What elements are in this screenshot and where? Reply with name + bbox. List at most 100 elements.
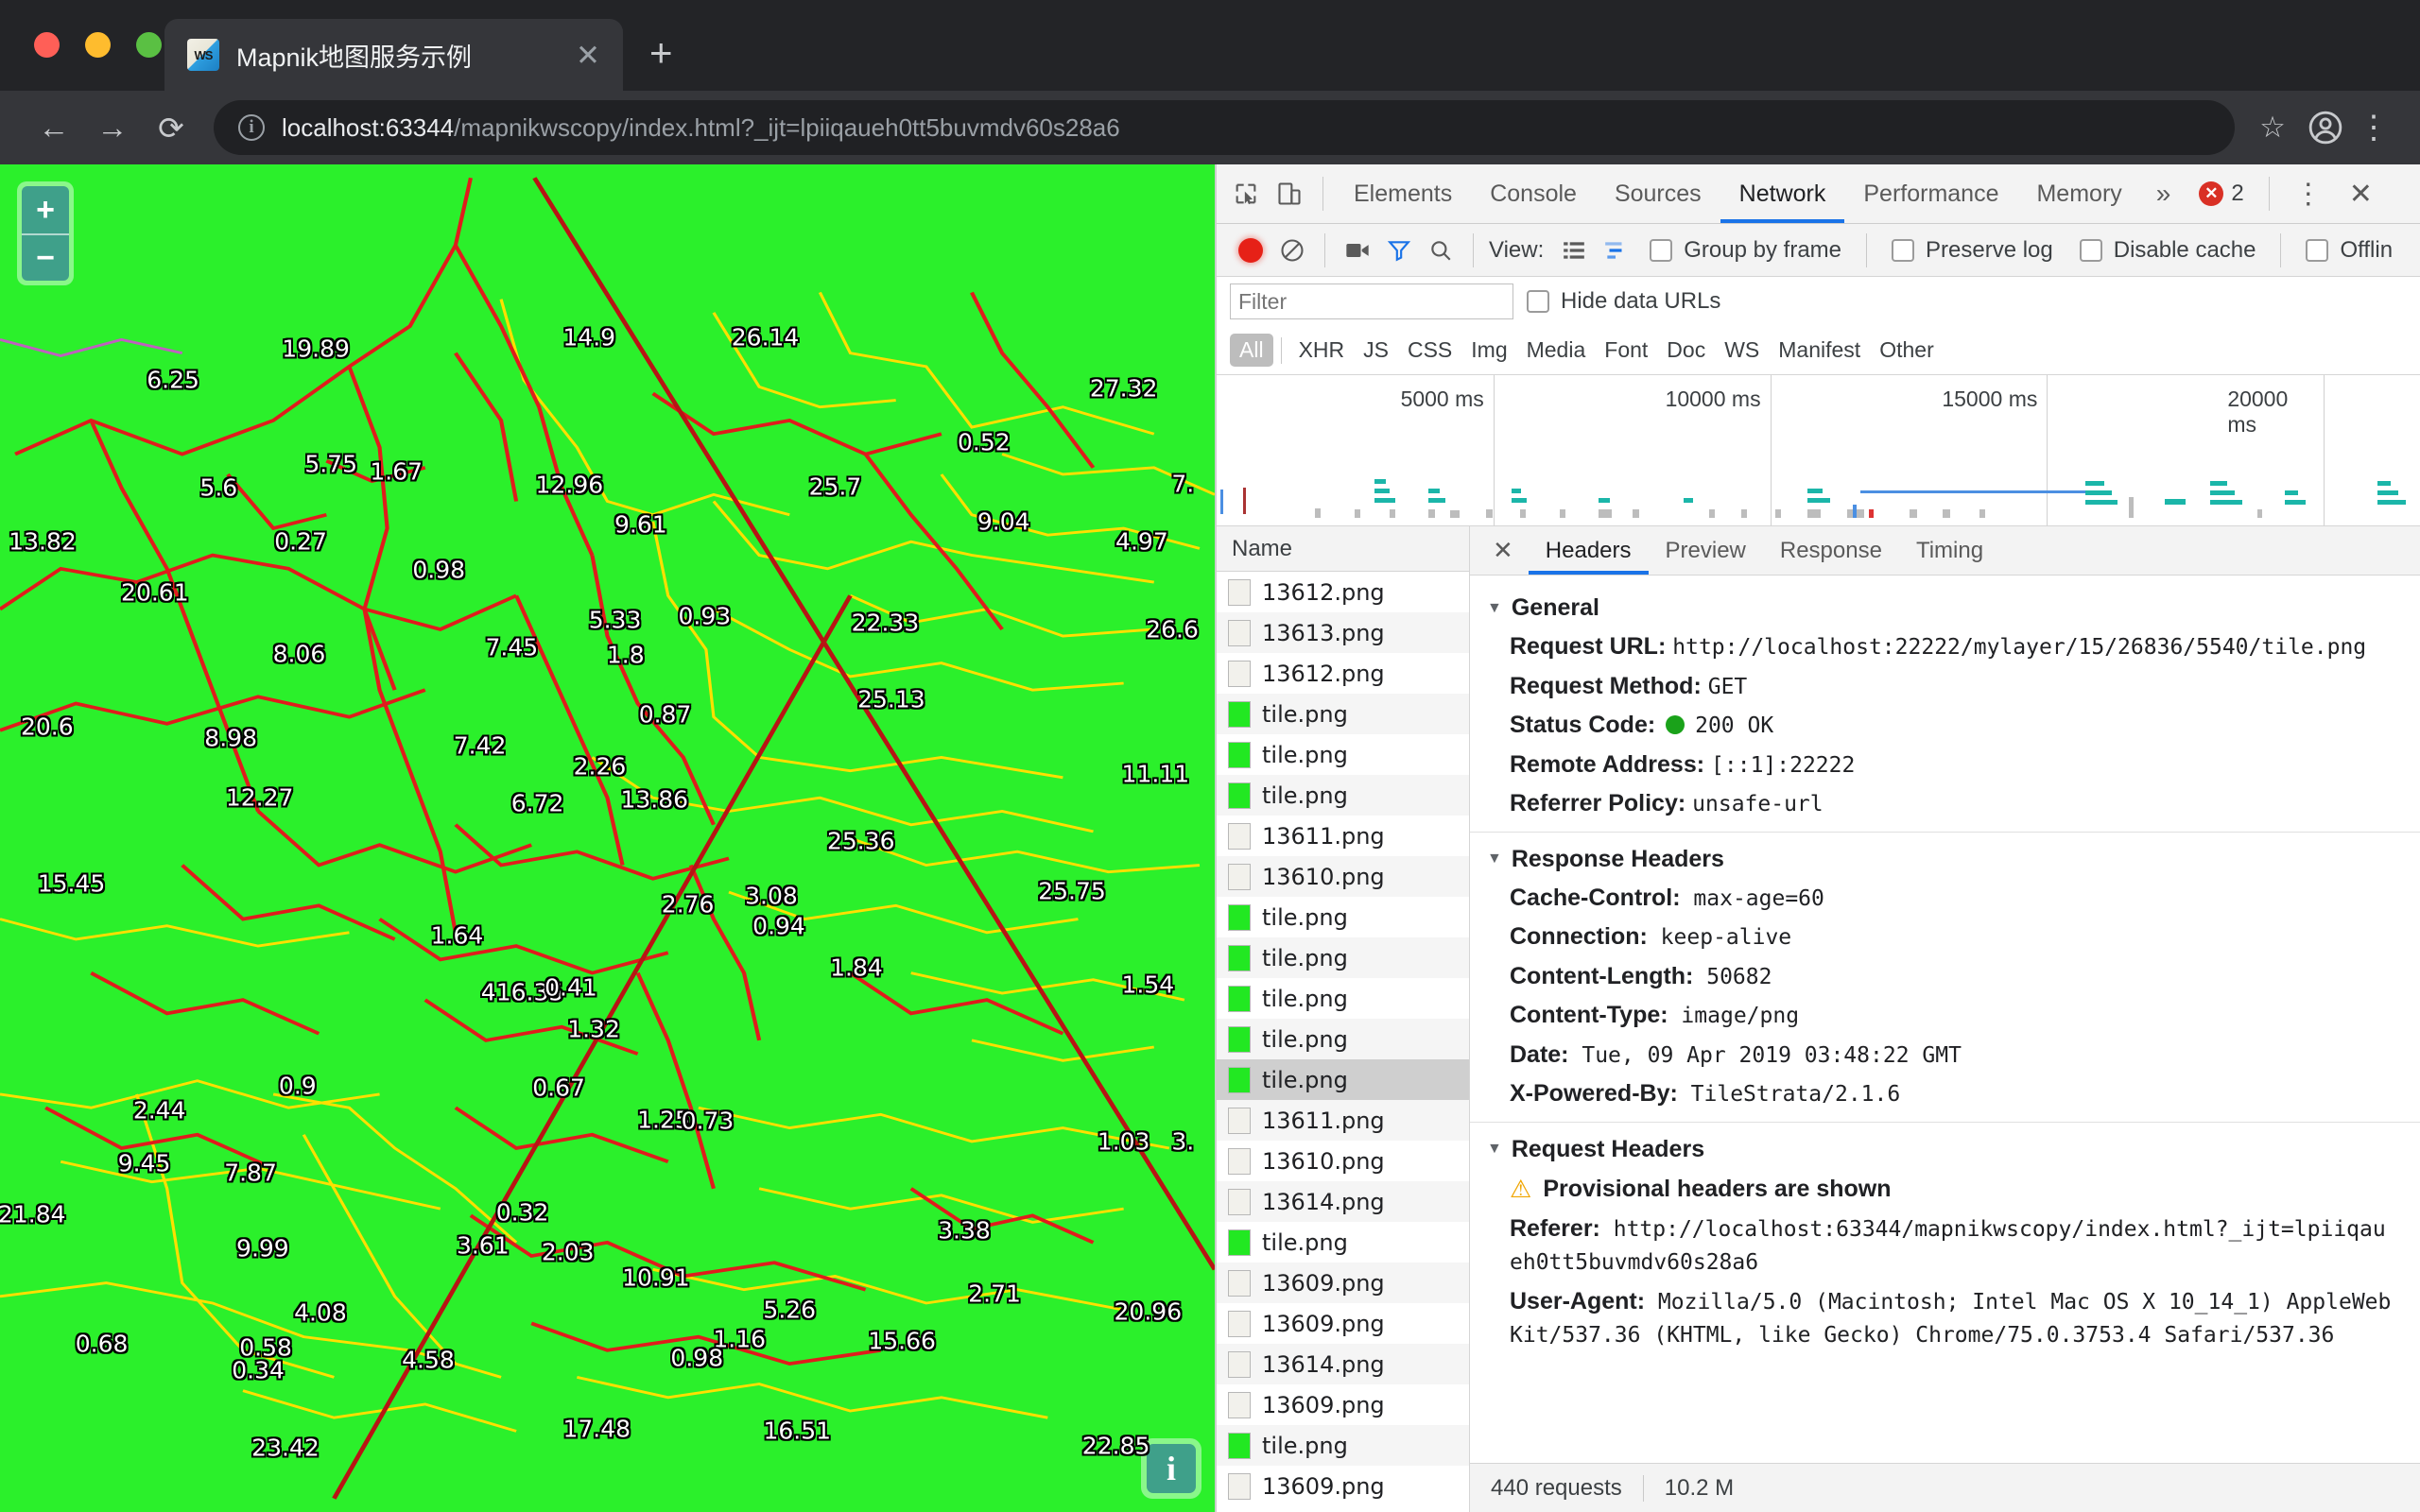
detail-tab-response[interactable]: Response	[1763, 526, 1899, 575]
map-zoom-controls[interactable]: + −	[17, 181, 74, 285]
type-filter-xhr[interactable]: XHR	[1289, 334, 1355, 367]
map-zoom-out-button[interactable]: −	[22, 233, 69, 281]
devtools-tab-bar: Elements Console Sources Network Perform…	[1217, 164, 2420, 224]
type-filter-img[interactable]: Img	[1461, 334, 1516, 367]
map-value-label: 26.6	[1146, 615, 1199, 644]
request-row[interactable]: tile.png	[1217, 694, 1469, 734]
devtools-tab-network[interactable]: Network	[1720, 164, 1845, 223]
offline-checkbox[interactable]: Offlin	[2292, 237, 2406, 264]
response-header-value: max-age=60	[1680, 885, 1824, 911]
record-button[interactable]	[1230, 230, 1271, 271]
maximize-window-button[interactable]	[136, 32, 162, 58]
reload-button[interactable]: ⟳	[142, 98, 200, 157]
request-row[interactable]: 13609.png	[1217, 1263, 1469, 1303]
type-filter-media[interactable]: Media	[1517, 334, 1596, 367]
devtools-close-icon[interactable]: ✕	[2336, 178, 2386, 211]
request-row[interactable]: tile.png	[1217, 1019, 1469, 1059]
detail-tab-preview[interactable]: Preview	[1649, 526, 1763, 575]
request-row[interactable]: tile.png	[1217, 775, 1469, 816]
map-value-label: 2.76	[661, 890, 715, 919]
request-row[interactable]: 13610.png	[1217, 856, 1469, 897]
browser-menu-icon[interactable]: ⋮	[2352, 109, 2395, 146]
search-icon[interactable]	[1420, 230, 1461, 271]
request-row[interactable]: 13610.png	[1217, 1141, 1469, 1181]
map-value-label: 0.73	[681, 1107, 735, 1135]
response-header-value: 50682	[1693, 964, 1772, 989]
preserve-log-checkbox[interactable]: Preserve log	[1878, 237, 2066, 264]
request-row[interactable]: 13611.png	[1217, 816, 1469, 856]
request-row[interactable]: 13612.png	[1217, 653, 1469, 694]
type-filter-ws[interactable]: WS	[1715, 334, 1769, 367]
waterfall-view-icon[interactable]	[1595, 230, 1636, 271]
address-bar[interactable]: i localhost:63344/mapnikwscopy/index.htm…	[214, 100, 2235, 155]
request-row[interactable]: 13611.png	[1217, 1100, 1469, 1141]
more-tabs-chevron-icon[interactable]: »	[2141, 179, 2187, 209]
request-name: tile.png	[1262, 1066, 1348, 1093]
close-tab-icon[interactable]: ✕	[576, 41, 600, 70]
profile-avatar-icon[interactable]	[2299, 110, 2352, 146]
group-by-frame-checkbox[interactable]: Group by frame	[1636, 237, 1855, 264]
back-button[interactable]: ←	[25, 98, 83, 157]
map-viewport[interactable]: + − i 19.89 14.9 26.14 27.32 6.25 0.52 5.75 1.6…	[0, 164, 1215, 1512]
browser-tab[interactable]: WS Mapnik地图服务示例 ✕	[164, 19, 623, 91]
request-rows[interactable]: 13612.png 13613.png 13612.png tile.png tile.…	[1217, 572, 1469, 1512]
filter-input[interactable]	[1230, 284, 1513, 319]
request-row[interactable]: 13614.png	[1217, 1181, 1469, 1222]
request-row[interactable]: 13612.png	[1217, 572, 1469, 612]
clear-button[interactable]	[1271, 230, 1313, 271]
request-row[interactable]: tile.png	[1217, 978, 1469, 1019]
disable-cache-checkbox[interactable]: Disable cache	[2066, 237, 2270, 264]
inspect-element-icon[interactable]	[1224, 172, 1268, 215]
request-headers-section-title[interactable]: ▼ Request Headers	[1470, 1121, 2420, 1169]
minimize-window-button[interactable]	[85, 32, 111, 58]
close-window-button[interactable]	[34, 32, 60, 58]
type-filter-other[interactable]: Other	[1870, 334, 1944, 367]
request-row[interactable]: 13613.png	[1217, 612, 1469, 653]
devtools-tab-memory[interactable]: Memory	[2017, 164, 2140, 223]
hide-data-urls-checkbox[interactable]: Hide data URLs	[1513, 288, 1734, 315]
map-value-label: 1.64	[430, 921, 484, 950]
map-zoom-in-button[interactable]: +	[22, 186, 69, 233]
general-section-title[interactable]: ▼ General	[1470, 589, 2420, 627]
header-row-referrer-policy: Referrer Policy: unsafe-url	[1470, 784, 2420, 824]
request-row[interactable]: 13614.png	[1217, 1344, 1469, 1384]
close-detail-icon[interactable]: ✕	[1478, 536, 1529, 565]
request-row[interactable]: 13609.png	[1217, 1303, 1469, 1344]
request-row[interactable]: 13609.png	[1217, 1466, 1469, 1506]
request-row[interactable]: tile.png	[1217, 1059, 1469, 1100]
map-value-label: 19.89	[282, 335, 350, 363]
response-headers-section-title[interactable]: ▼ Response Headers	[1470, 831, 2420, 879]
map-value-label: 15.45	[37, 869, 106, 898]
forward-button[interactable]: →	[83, 98, 142, 157]
list-view-icon[interactable]	[1553, 230, 1595, 271]
request-row[interactable]: tile.png	[1217, 1425, 1469, 1466]
type-filter-doc[interactable]: Doc	[1657, 334, 1715, 367]
request-row[interactable]: 13609.png	[1217, 1384, 1469, 1425]
new-tab-button[interactable]: +	[649, 30, 673, 76]
detail-tab-headers[interactable]: Headers	[1529, 526, 1649, 575]
request-header-key: User-Agent:	[1510, 1287, 1646, 1314]
capture-screenshots-icon[interactable]	[1337, 230, 1378, 271]
type-filter-js[interactable]: JS	[1354, 334, 1398, 367]
request-row[interactable]: tile.png	[1217, 734, 1469, 775]
devtools-tab-performance[interactable]: Performance	[1844, 164, 2017, 223]
devtools-menu-icon[interactable]: ⋮	[2281, 178, 2336, 211]
bookmark-star-icon[interactable]: ☆	[2246, 111, 2299, 145]
request-row[interactable]: tile.png	[1217, 897, 1469, 937]
type-filter-manifest[interactable]: Manifest	[1769, 334, 1870, 367]
devtools-tab-console[interactable]: Console	[1471, 164, 1596, 223]
devtools-tab-sources[interactable]: Sources	[1596, 164, 1720, 223]
site-info-icon[interactable]: i	[238, 114, 265, 141]
type-filter-all[interactable]: All	[1230, 334, 1273, 367]
request-row[interactable]: tile.png	[1217, 1222, 1469, 1263]
detail-tab-timing[interactable]: Timing	[1899, 526, 2000, 575]
network-overview-timeline[interactable]: 5000 ms 10000 ms 15000 ms 20000 ms	[1217, 375, 2420, 526]
toggle-device-toolbar-icon[interactable]	[1268, 172, 1311, 215]
request-detail-pane: ✕ Headers Preview Response Timing ▼ Gene…	[1470, 526, 2420, 1512]
error-badge[interactable]: ✕ 2	[2186, 180, 2256, 207]
type-filter-css[interactable]: CSS	[1398, 334, 1461, 367]
filter-funnel-icon[interactable]	[1378, 230, 1420, 271]
request-row[interactable]: tile.png	[1217, 937, 1469, 978]
devtools-tab-elements[interactable]: Elements	[1335, 164, 1471, 223]
type-filter-font[interactable]: Font	[1595, 334, 1657, 367]
